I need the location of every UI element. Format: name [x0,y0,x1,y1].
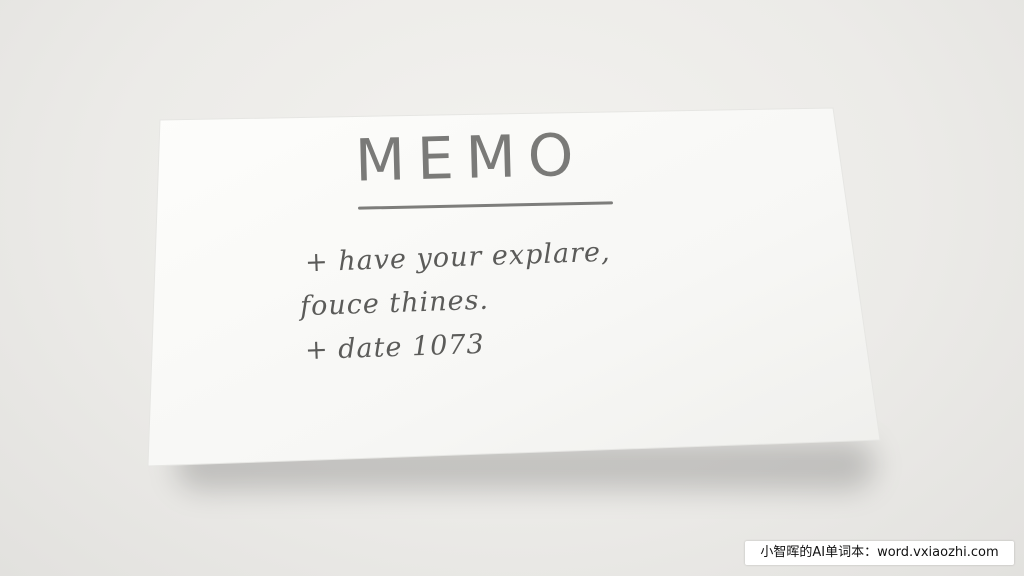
memo-line-2: fouce thines. [299,284,490,323]
memo-line-3: + date 1073 [304,328,486,367]
memo-card: MEMO + have your explare, fouce thines. … [0,0,1024,576]
memo-title: MEMO [354,120,587,195]
memo-card-paper [147,107,881,467]
watermark-label: 小智晖的AI单词本：word.vxiaozhi.com [745,541,1014,565]
desk-surface: MEMO + have your explare, fouce thines. … [0,0,1024,576]
